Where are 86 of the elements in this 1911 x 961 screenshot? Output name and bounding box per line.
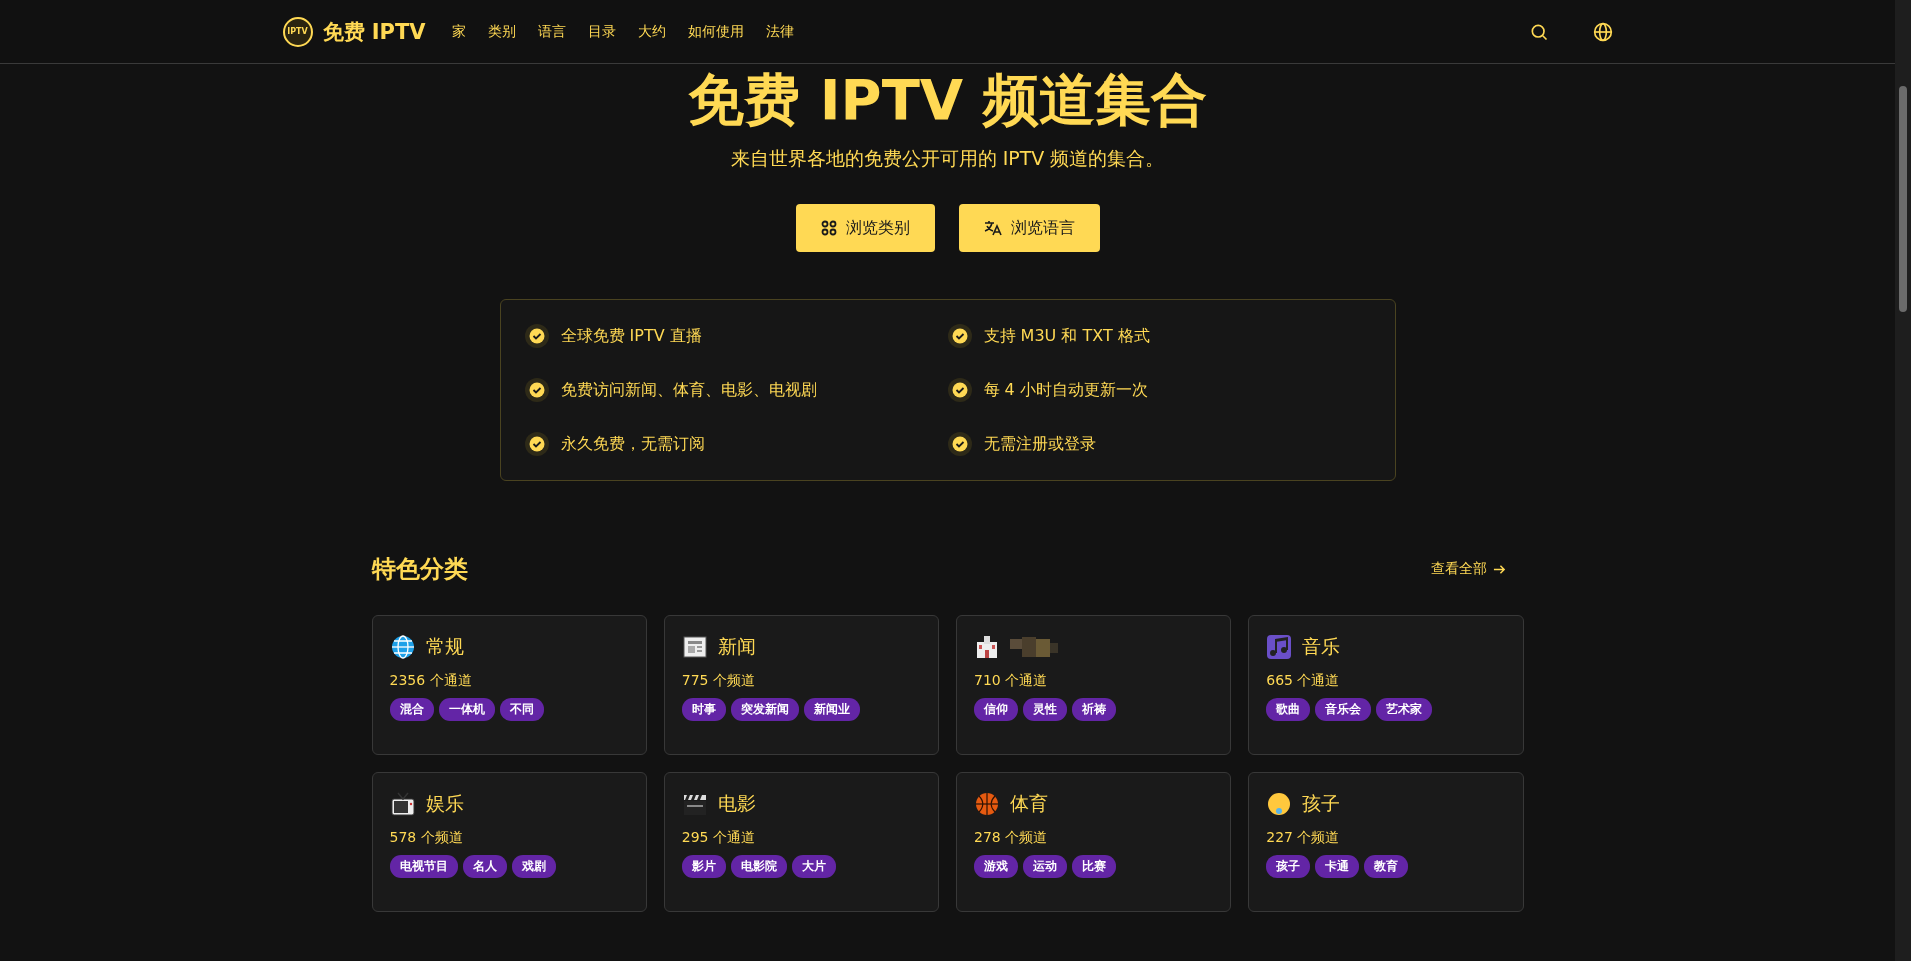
view-all-link[interactable]: 查看全部 bbox=[1430, 560, 1506, 578]
category-name: 音乐 bbox=[1302, 634, 1341, 659]
channel-count: 278 个频道 bbox=[974, 829, 1049, 847]
grid-icon bbox=[820, 220, 837, 236]
site-logo[interactable]: IPTV 免费 IPTV bbox=[282, 16, 426, 47]
category-card[interactable]: 电影 295 个通道 影片 电影院 大片 bbox=[663, 772, 939, 912]
nav-link[interactable]: 目录 bbox=[587, 22, 616, 41]
nav-link[interactable]: 大约 bbox=[637, 22, 666, 41]
tag: 歌曲 bbox=[1266, 698, 1311, 721]
tag: 孩子 bbox=[1266, 855, 1311, 878]
channel-count: 665 个通道 bbox=[1266, 672, 1341, 690]
basketball-icon bbox=[974, 791, 1000, 817]
hero-subtitle: 来自世界各地的免费公开可用的 IPTV 频道的集合。 bbox=[730, 146, 1165, 171]
category-card[interactable]: 体育 278 个频道 游戏 运动 比赛 bbox=[956, 772, 1232, 912]
category-card[interactable]: 娱乐 578 个频道 电视节目 名人 戏剧 bbox=[371, 772, 647, 912]
tag: 名人 bbox=[462, 855, 507, 878]
tag: 艺术家 bbox=[1376, 698, 1433, 721]
tag: 教育 bbox=[1364, 855, 1409, 878]
tag: 游戏 bbox=[974, 855, 1018, 878]
television-icon bbox=[389, 791, 416, 817]
tag: 戏剧 bbox=[511, 855, 556, 878]
tag: 祈祷 bbox=[1072, 698, 1116, 721]
feature-text: 全球免费 IPTV 直播 bbox=[560, 325, 702, 347]
category-name: 体育 bbox=[1010, 791, 1048, 816]
feature-text: 无需注册或登录 bbox=[983, 433, 1096, 455]
building-icon bbox=[974, 634, 1000, 660]
tag: 比赛 bbox=[1072, 855, 1116, 878]
browse-button[interactable]: 浏览语言 bbox=[958, 204, 1100, 252]
feature-text: 免费访问新闻、体育、电影、电视剧 bbox=[560, 379, 817, 401]
tag: 时事 bbox=[681, 698, 726, 721]
nav-link[interactable]: 类别 bbox=[487, 22, 516, 41]
browse-button[interactable]: 浏览类别 bbox=[795, 204, 935, 252]
nav-link[interactable]: 如何使用 bbox=[687, 22, 744, 41]
channel-count: 578 个频道 bbox=[389, 829, 464, 847]
tag: 音乐会 bbox=[1315, 698, 1372, 721]
channel-count: 710 个通道 bbox=[974, 672, 1049, 690]
channel-count: 2356 个通道 bbox=[389, 672, 473, 690]
tag: 新闻业 bbox=[803, 698, 860, 721]
feature-text: 每 4 小时自动更新一次 bbox=[983, 379, 1148, 401]
tag: 大片 bbox=[791, 855, 836, 878]
nav-link[interactable]: 语言 bbox=[537, 22, 566, 41]
category-name: 娱乐 bbox=[425, 791, 464, 816]
music-notes-icon bbox=[1266, 634, 1293, 660]
check-icon bbox=[524, 432, 549, 456]
feature-text: 永久免费，无需订阅 bbox=[560, 433, 705, 455]
tag: 混合 bbox=[389, 698, 434, 721]
newspaper-icon bbox=[681, 634, 708, 660]
blurred-patch bbox=[1010, 635, 1060, 659]
check-icon bbox=[947, 378, 972, 402]
tag: 信仰 bbox=[974, 698, 1018, 721]
check-icon bbox=[947, 324, 972, 348]
tag: 一体机 bbox=[438, 698, 495, 721]
tag: 灵性 bbox=[1023, 698, 1067, 721]
category-card[interactable]: 新闻 775 个频道 时事 突发新闻 新闻业 bbox=[663, 615, 939, 755]
section-title: 特色分类 bbox=[371, 554, 468, 585]
tag: 影片 bbox=[681, 855, 726, 878]
scrollbar[interactable] bbox=[1895, 0, 1911, 961]
globe-icon bbox=[389, 634, 416, 660]
category-card[interactable]: 常规 2356 个通道 混合 一体机 不同 bbox=[371, 615, 647, 755]
tag: 电影院 bbox=[730, 855, 787, 878]
nav-link[interactable]: 家 bbox=[451, 22, 466, 41]
channel-count: 295 个通道 bbox=[681, 829, 756, 847]
category-card[interactable]: 音乐 665 个通道 歌曲 音乐会 艺术家 bbox=[1248, 615, 1524, 755]
check-icon bbox=[947, 432, 972, 456]
channel-count: 227 个频道 bbox=[1266, 829, 1341, 847]
category-card[interactable]: 710 个通道 信仰 灵性 祈祷 bbox=[956, 615, 1232, 755]
translate-icon bbox=[983, 220, 1002, 236]
tag: 突发新闻 bbox=[730, 698, 799, 721]
category-name: 电影 bbox=[717, 791, 756, 816]
tag: 卡通 bbox=[1315, 855, 1360, 878]
check-icon bbox=[524, 378, 549, 402]
hero-title: 免费 IPTV 频道集合 bbox=[688, 66, 1207, 134]
language-button[interactable] bbox=[1592, 21, 1613, 42]
category-name: 新闻 bbox=[717, 634, 756, 659]
brand-name: 免费 IPTV bbox=[322, 18, 426, 46]
logo-badge: IPTV bbox=[282, 16, 313, 47]
category-name: 常规 bbox=[425, 634, 464, 659]
channel-count: 775 个频道 bbox=[681, 672, 756, 690]
category-name: 孩子 bbox=[1302, 791, 1341, 816]
tag: 电视节目 bbox=[389, 855, 458, 878]
category-card[interactable]: 孩子 227 个频道 孩子 卡通 教育 bbox=[1248, 772, 1524, 912]
tag: 不同 bbox=[499, 698, 544, 721]
feature-text: 支持 M3U 和 TXT 格式 bbox=[983, 325, 1150, 347]
tag: 运动 bbox=[1023, 855, 1067, 878]
nav-link[interactable]: 法律 bbox=[765, 22, 794, 41]
check-icon bbox=[524, 324, 549, 348]
